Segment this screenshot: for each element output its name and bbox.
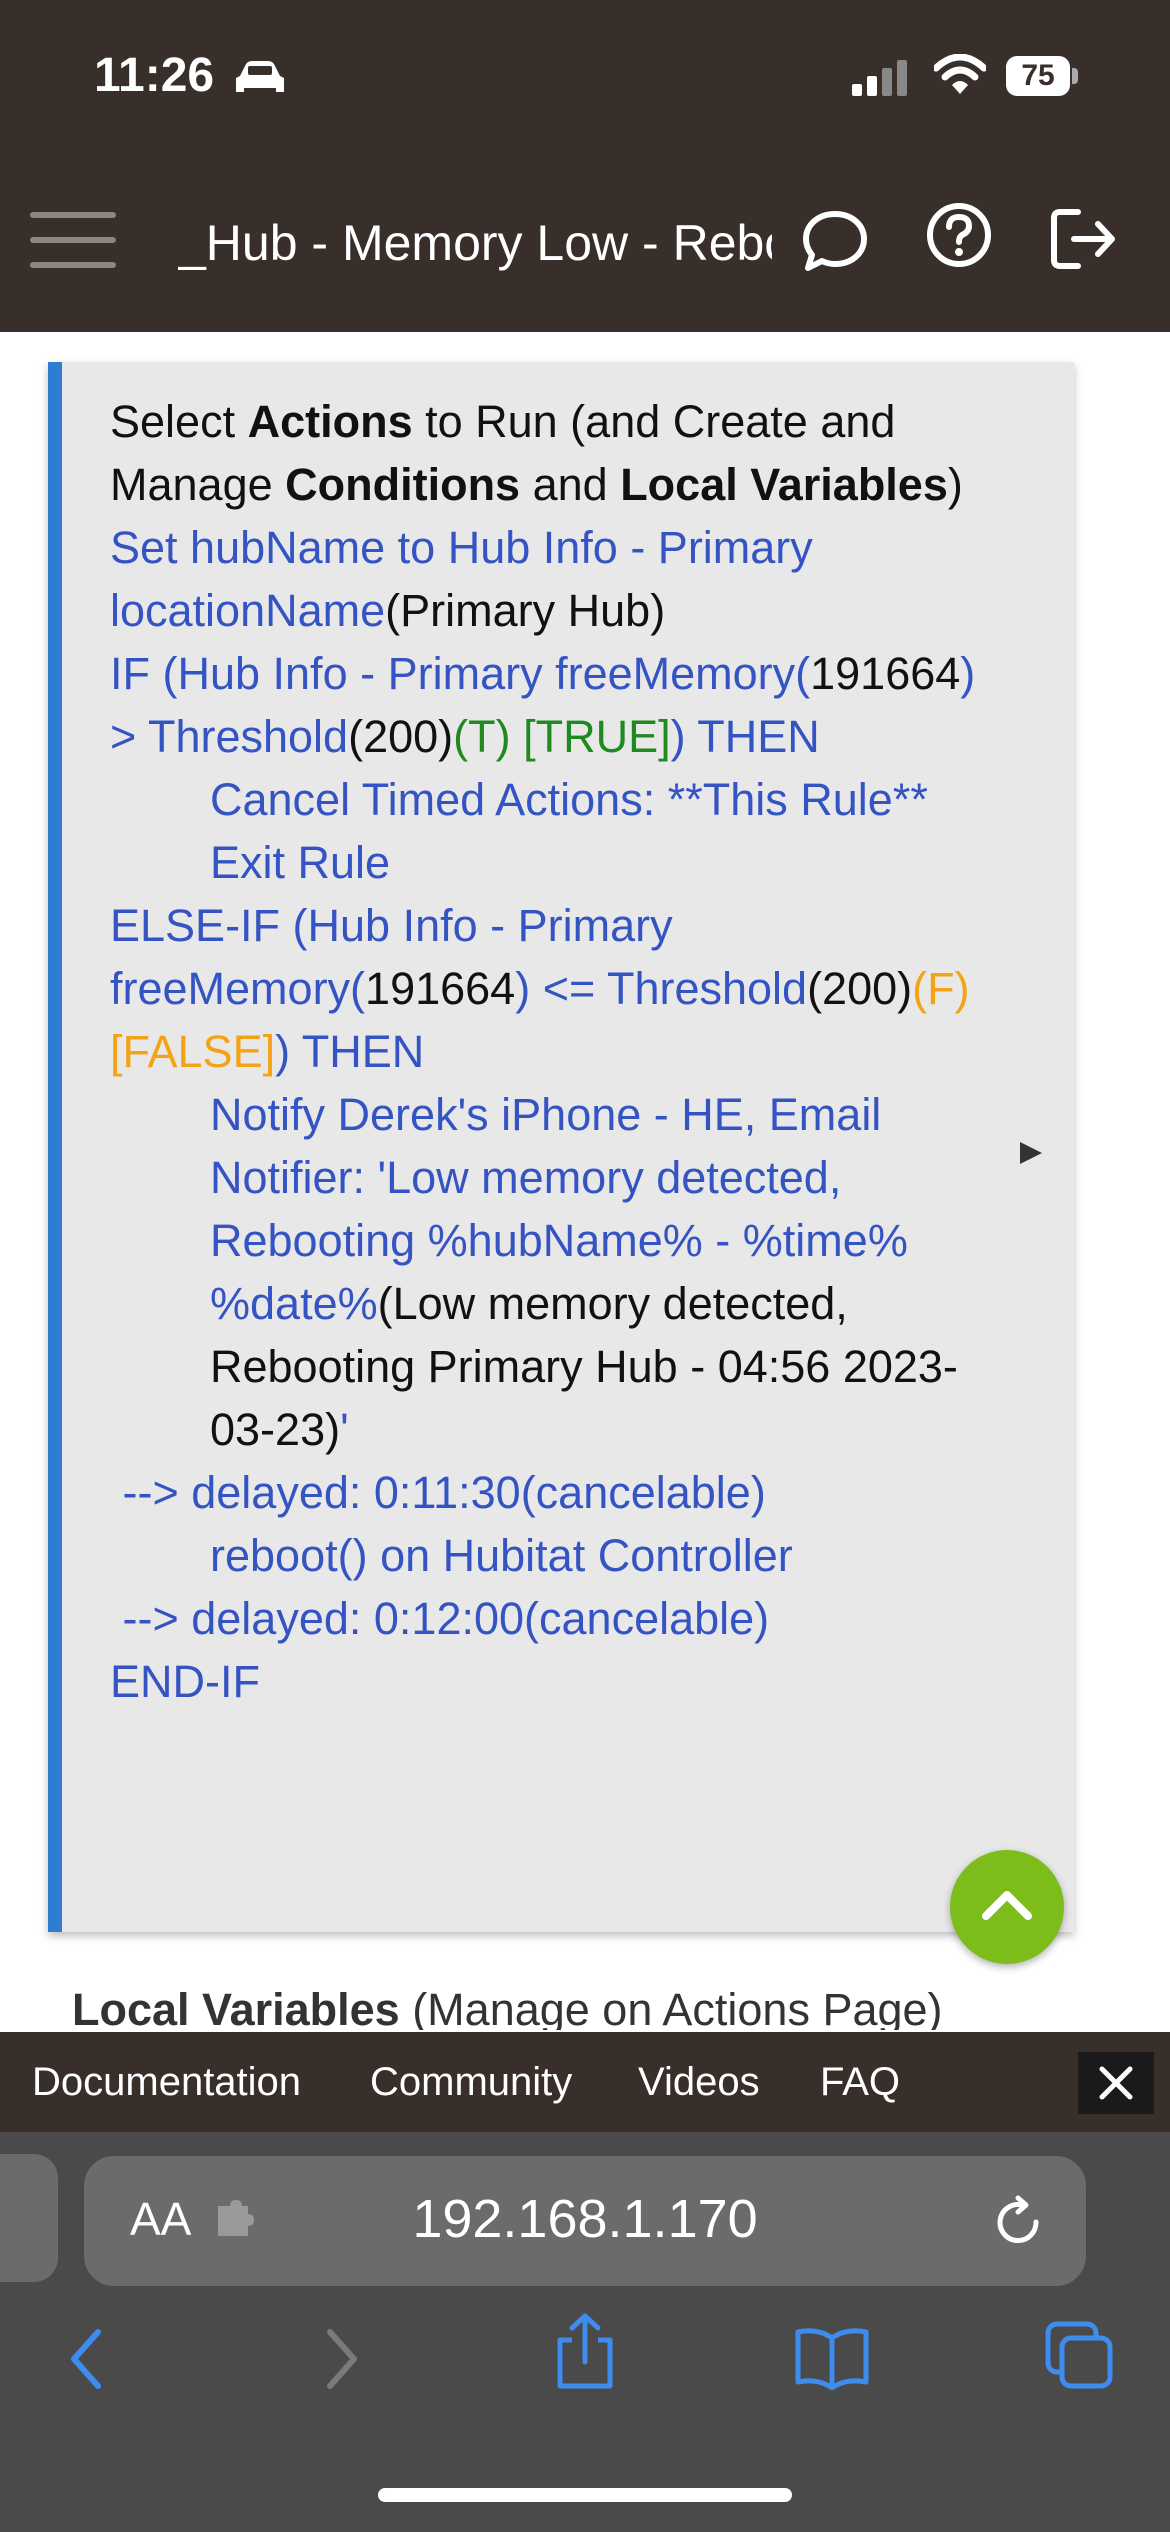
- browser-toolbar: AA 192.168.1.170: [0, 2132, 1170, 2532]
- local-variables-heading: Local Variables (Manage on Actions Page): [72, 1984, 943, 2030]
- footer-link-videos[interactable]: Videos: [638, 2032, 760, 2132]
- bookmarks-icon[interactable]: [794, 2326, 870, 2390]
- close-icon: [1099, 2066, 1133, 2100]
- app-header: _Hub - Memory Low - Reboot: [0, 160, 1170, 332]
- footer-link-faq[interactable]: FAQ: [820, 2032, 900, 2132]
- actions-summary: Select Actions to Run (and Create and Ma…: [110, 390, 990, 1713]
- footer-link-documentation[interactable]: Documentation: [32, 2032, 301, 2132]
- home-indicator: [378, 2488, 792, 2502]
- action-cancel-timed: Cancel Timed Actions: **This Rule**: [210, 774, 928, 825]
- action-if: IF (Hub Info - Primary freeMemory(191664…: [110, 648, 976, 762]
- reload-icon[interactable]: [990, 2194, 1046, 2250]
- previous-tab-preview[interactable]: [0, 2154, 58, 2282]
- action-reboot: reboot() on Hubitat Controller: [210, 1530, 793, 1581]
- status-bar: 11:26 75: [0, 0, 1170, 160]
- footer-close-button[interactable]: [1078, 2052, 1154, 2114]
- action-delay-1: --> delayed: 0:11:30(cancelable): [110, 1467, 766, 1518]
- menu-icon[interactable]: [30, 208, 116, 272]
- forward-icon[interactable]: [316, 2324, 366, 2394]
- actions-heading: Select Actions to Run (and Create and Ma…: [110, 396, 963, 510]
- url-text: 192.168.1.170: [412, 2189, 758, 2249]
- battery-level: 75: [1006, 56, 1070, 96]
- help-icon[interactable]: [924, 200, 994, 270]
- wifi-icon: [934, 54, 986, 94]
- footer-links: Documentation Community Videos FAQ: [0, 2032, 1170, 2132]
- car-icon: [236, 61, 284, 92]
- scroll-top-button[interactable]: [950, 1850, 1064, 1964]
- logout-icon[interactable]: [1048, 204, 1118, 274]
- action-notify: Notify Derek's iPhone - HE, Email Notifi…: [210, 1089, 958, 1455]
- action-end-if: END-IF: [110, 1656, 260, 1707]
- page-title: _Hub - Memory Low - Reboot: [178, 215, 772, 271]
- footer-link-community[interactable]: Community: [370, 2032, 572, 2132]
- action-exit-rule: Exit Rule: [210, 837, 391, 888]
- actions-card[interactable]: Select Actions to Run (and Create and Ma…: [48, 362, 1074, 1932]
- share-icon[interactable]: [550, 2312, 620, 2392]
- address-bar[interactable]: AA 192.168.1.170: [84, 2156, 1086, 2286]
- action-delay-2: --> delayed: 0:12:00(cancelable): [110, 1593, 770, 1644]
- tabs-icon[interactable]: [1044, 2320, 1116, 2392]
- expand-arrow-icon[interactable]: [1020, 1142, 1042, 1164]
- action-set-variable: Set hubName to Hub Info - Primary locati…: [110, 522, 813, 636]
- signal-icon: [852, 60, 907, 96]
- chat-icon[interactable]: [800, 206, 870, 276]
- back-icon[interactable]: [62, 2324, 112, 2394]
- action-else-if: ELSE-IF (Hub Info - Primary freeMemory(1…: [110, 900, 970, 1077]
- status-time: 11:26: [94, 49, 215, 102]
- battery-icon: 75: [1006, 56, 1078, 96]
- chevron-up-icon: [982, 1891, 1032, 1920]
